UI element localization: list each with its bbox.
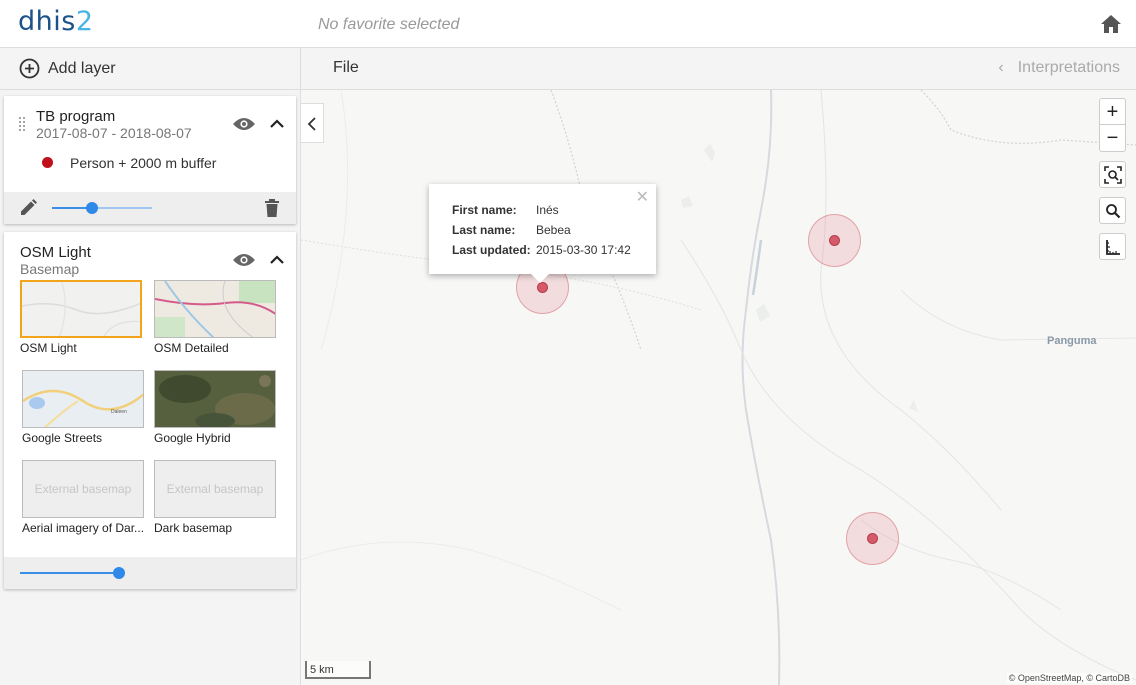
last-name-value: Bebea [536,223,571,237]
event-point[interactable] [867,533,878,544]
legend-label: Person + 2000 m buffer [70,155,217,171]
zoom-in-button[interactable]: + [1099,98,1126,125]
place-label: Panguma [1047,335,1097,347]
first-name-label: First name: [452,203,517,217]
fit-bounds-button[interactable] [1099,161,1126,188]
measure-distance-button[interactable] [1099,233,1126,260]
basemap-option-osm-light[interactable]: OSM Light [20,280,142,355]
layer-period: 2017-08-07 - 2018-08-07 [36,125,192,141]
map-view[interactable]: + − ✕ First name: Inés Last name: Bebea La… [301,90,1136,685]
last-updated-label: Last updated: [452,243,531,257]
map-background [301,90,1136,685]
map-attribution[interactable]: © OpenStreetMap, © CartoDB [1006,673,1132,683]
visibility-eye-icon[interactable] [232,252,256,268]
app-header: dhis2 No favorite selected [0,0,1136,48]
visibility-eye-icon[interactable] [232,116,256,132]
layer-card-tb-program: TB program 2017-08-07 - 2018-08-07 Perso… [4,96,296,224]
layer-card-basemap: OSM Light Basemap OSM Light OSM Detailed… [4,232,296,589]
basemap-option-dark[interactable]: External basemap Dark basemap [154,460,276,535]
collapse-panel-button[interactable] [301,103,324,143]
basemap-option-aerial-imagery[interactable]: External basemap Aerial imagery of Dar..… [22,460,144,535]
file-menu-button[interactable]: File [333,59,359,77]
basemap-thumbnail [154,280,276,338]
delete-trash-icon[interactable] [264,198,280,218]
popup-last-name-row: Last name: Bebea [452,223,571,237]
search-icon [1105,203,1120,218]
map-search-button[interactable] [1099,197,1126,224]
svg-text:Daleen: Daleen [111,409,127,415]
popup-first-name-row: First name: Inés [452,203,559,217]
add-layer-button[interactable]: Add layer [0,48,301,90]
layer-card-toolbar [4,192,296,224]
first-name-value: Inés [536,203,559,217]
basemap-label: Google Streets [22,431,103,445]
basemap-label: OSM Detailed [154,341,229,355]
basemap-thumbnail [154,370,276,428]
add-layer-label: Add layer [48,60,116,77]
last-name-label: Last name: [452,223,516,237]
layer-title: TB program [36,108,116,125]
layers-panel: TB program 2017-08-07 - 2018-08-07 Perso… [0,90,301,685]
legend-color-swatch [42,157,53,168]
edit-pencil-icon[interactable] [18,198,38,218]
basemap-card-toolbar [4,557,296,589]
ruler-icon [1105,239,1120,255]
add-circle-icon [19,58,40,79]
event-point[interactable] [829,235,840,246]
favorite-title: No favorite selected [318,16,460,33]
basemap-thumbnail: Daleen [22,370,144,428]
popup-arrow [531,274,549,283]
home-icon[interactable] [1100,14,1122,34]
basemap-opacity-slider-fill [20,572,120,574]
last-updated-value: 2015-03-30 17:42 [536,243,631,257]
dhis2-logo[interactable]: dhis2 [18,6,94,37]
fit-bounds-icon [1103,165,1122,184]
basemap-thumbnail [20,280,142,338]
drag-handle-icon[interactable] [18,116,26,134]
basemap-option-osm-detailed[interactable]: OSM Detailed [154,280,276,355]
interpretations-label: Interpretations [1017,59,1120,76]
basemap-thumbnail: External basemap [154,460,276,518]
basemap-title: OSM Light [20,244,91,261]
event-point[interactable] [537,282,548,293]
basemap-option-google-hybrid[interactable]: Google Hybrid [154,370,276,445]
basemap-option-google-streets[interactable]: Daleen Google Streets [22,370,144,445]
opacity-slider-thumb[interactable] [86,202,98,214]
basemap-label: Aerial imagery of Dar... [22,521,145,535]
basemap-subtitle: Basemap [20,261,80,277]
chevron-up-icon[interactable] [269,119,285,129]
basemap-opacity-slider-thumb[interactable] [113,567,125,579]
chevron-left-icon [307,117,316,131]
event-popup: ✕ First name: Inés Last name: Bebea Last u… [429,184,656,283]
close-icon[interactable]: ✕ [636,187,649,207]
toolbar: Add layer File ‹ Interpretations [0,48,1136,90]
scale-bar: 5 km [305,661,371,679]
basemap-label: OSM Light [20,341,77,355]
popup-updated-row: Last updated: 2015-03-30 17:42 [452,243,631,257]
zoom-out-button[interactable]: − [1099,125,1126,152]
external-basemap-placeholder: External basemap [23,461,143,517]
chevron-left-icon: ‹ [998,59,1004,76]
basemap-label: Google Hybrid [154,431,231,445]
chevron-up-icon[interactable] [269,255,285,265]
basemap-label: Dark basemap [154,521,233,535]
external-basemap-placeholder: External basemap [155,461,275,517]
interpretations-button[interactable]: ‹ Interpretations [998,59,1120,77]
basemap-thumbnail: External basemap [22,460,144,518]
